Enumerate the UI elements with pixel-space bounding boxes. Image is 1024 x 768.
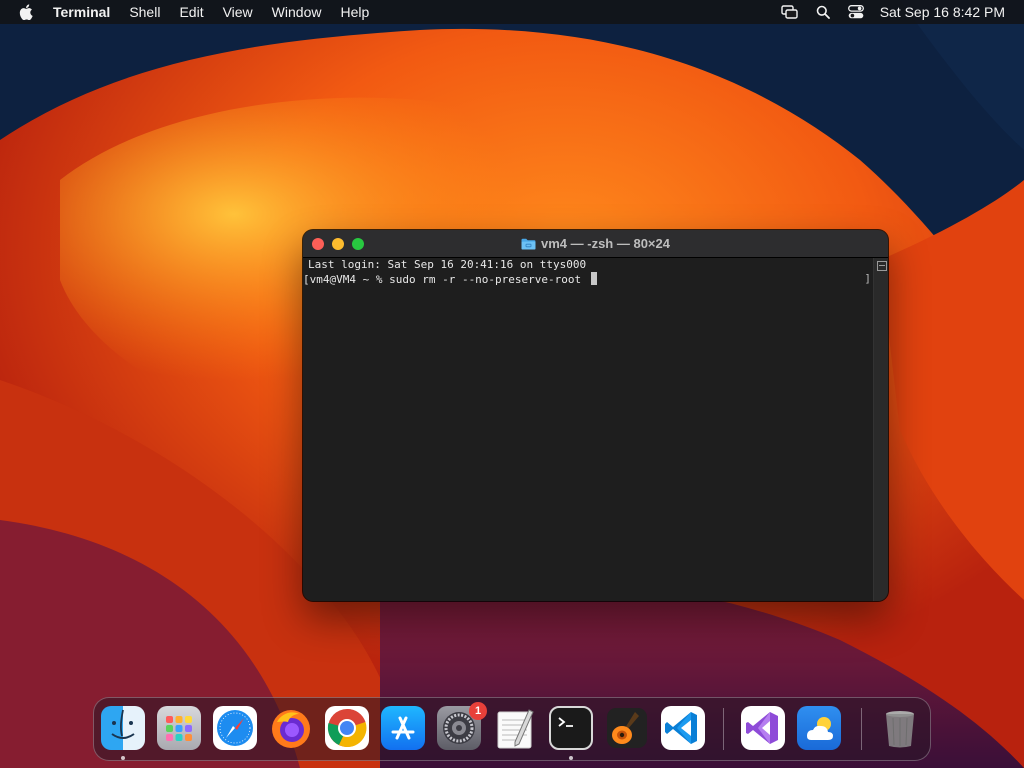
dock-separator-trash <box>861 708 862 750</box>
menu-clock[interactable]: Sat Sep 16 8:42 PM <box>880 4 1005 20</box>
menu-bar: Terminal Shell Edit View Window Help Sat… <box>0 0 1024 24</box>
folder-icon <box>521 238 536 250</box>
search-icon[interactable] <box>816 5 830 19</box>
prompt-right-bracket: ] <box>864 272 871 285</box>
launchpad-icon <box>157 706 201 750</box>
dock-separator <box>723 708 724 750</box>
window-title: vm4 — -zsh — 80×24 <box>303 230 888 257</box>
garageband-icon <box>605 706 649 750</box>
dock-textedit[interactable] <box>493 706 537 750</box>
safari-icon <box>213 706 257 750</box>
apple-icon[interactable] <box>19 4 33 20</box>
split-pane-button[interactable] <box>877 261 887 271</box>
running-indicator-terminal <box>569 756 573 760</box>
text-cursor <box>590 272 597 285</box>
screen-mirroring-icon[interactable] <box>780 5 798 19</box>
terminal-titlebar[interactable]: vm4 — -zsh — 80×24 <box>303 230 888 258</box>
dock-app-store[interactable] <box>381 706 425 750</box>
menu-view[interactable]: View <box>223 0 253 24</box>
dock: 1 <box>93 697 931 761</box>
dock-safari[interactable] <box>213 706 257 750</box>
dock-garageband[interactable] <box>605 706 649 750</box>
window-title-text: vm4 — -zsh — 80×24 <box>541 236 670 251</box>
textedit-icon <box>493 706 537 750</box>
trash-icon <box>878 706 922 750</box>
dock-terminal[interactable] <box>549 706 593 750</box>
menu-edit[interactable]: Edit <box>179 0 203 24</box>
weather-icon <box>797 706 841 750</box>
visual-studio-icon <box>741 706 785 750</box>
finder-icon <box>101 706 145 750</box>
terminal-line-last-login: Last login: Sat Sep 16 20:41:16 on ttys0… <box>308 258 587 271</box>
dock-chrome[interactable] <box>325 706 369 750</box>
menu-shell[interactable]: Shell <box>129 0 160 24</box>
terminal-icon <box>549 706 593 750</box>
dock-vscode[interactable] <box>661 706 705 750</box>
dock-visual-studio[interactable] <box>741 706 785 750</box>
terminal-output[interactable]: Last login: Sat Sep 16 20:41:16 on ttys0… <box>303 258 873 601</box>
dock-finder[interactable] <box>101 706 145 750</box>
chrome-icon <box>325 706 369 750</box>
notification-badge: 1 <box>469 702 487 720</box>
dock-weather[interactable] <box>797 706 841 750</box>
terminal-scrollbar[interactable] <box>873 258 888 601</box>
firefox-icon <box>269 706 313 750</box>
control-center-icon[interactable] <box>847 5 864 19</box>
app-store-icon <box>381 706 425 750</box>
running-indicator-finder <box>121 756 125 760</box>
dock-firefox[interactable] <box>269 706 313 750</box>
terminal-window[interactable]: vm4 — -zsh — 80×24 Last login: Sat Sep 1… <box>303 230 888 601</box>
terminal-prompt-line[interactable]: [vm4@VM4 ~ % sudo rm -r --no-preserve-ro… <box>303 272 873 287</box>
menu-window[interactable]: Window <box>272 0 322 24</box>
menu-help[interactable]: Help <box>340 0 369 24</box>
menu-app-name[interactable]: Terminal <box>53 0 110 24</box>
dock-launchpad[interactable] <box>157 706 201 750</box>
dock-system-settings[interactable]: 1 <box>437 702 487 750</box>
vscode-icon <box>661 706 705 750</box>
terminal-command-text: [vm4@VM4 ~ % sudo rm -r --no-preserve-ro… <box>303 273 588 286</box>
dock-trash[interactable] <box>878 706 922 750</box>
